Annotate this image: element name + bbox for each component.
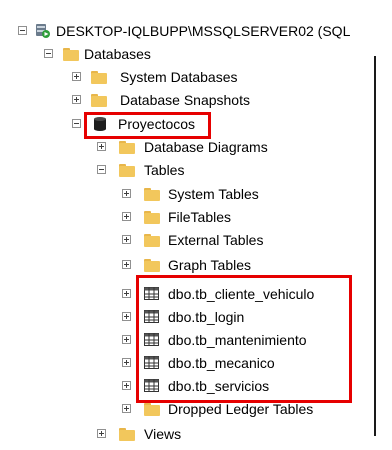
- table-label: dbo.tb_login: [168, 309, 245, 325]
- expand-toggle[interactable]: [72, 95, 81, 104]
- expand-toggle[interactable]: [97, 429, 106, 438]
- expand-toggle[interactable]: [97, 142, 106, 151]
- table-label: dbo.tb_servicios: [168, 378, 270, 394]
- expand-toggle[interactable]: [122, 235, 131, 244]
- folder-icon: [90, 69, 108, 85]
- table-icon: [143, 355, 161, 371]
- table-icon: [143, 332, 161, 348]
- table-label: dbo.tb_mantenimiento: [168, 332, 307, 348]
- external-tables-label: External Tables: [168, 232, 264, 248]
- folder-icon: [143, 257, 161, 273]
- table-icon: [143, 286, 161, 302]
- expand-toggle[interactable]: [122, 404, 131, 413]
- dropped-ledger-tables-label: Dropped Ledger Tables: [168, 401, 314, 417]
- folder-icon: [90, 92, 108, 108]
- expand-toggle[interactable]: [122, 312, 131, 321]
- database-snapshots-label: Database Snapshots: [120, 92, 250, 108]
- table-icon: [143, 378, 161, 394]
- table-label: dbo.tb_cliente_vehiculo: [168, 286, 315, 302]
- collapse-toggle[interactable]: [97, 165, 106, 174]
- folder-icon: [143, 186, 161, 202]
- server-icon: [34, 23, 52, 39]
- folder-icon: [118, 139, 136, 155]
- expand-toggle[interactable]: [122, 212, 131, 221]
- collapse-toggle[interactable]: [72, 119, 81, 128]
- vertical-scrollbar[interactable]: [374, 56, 376, 436]
- filetables-label: FileTables: [168, 209, 232, 225]
- proyectocos-label: Proyectocos: [118, 116, 196, 132]
- expand-toggle[interactable]: [122, 189, 131, 198]
- database-diagrams-label: Database Diagrams: [144, 139, 268, 155]
- table-icon: [143, 309, 161, 325]
- graph-tables-label: Graph Tables: [168, 257, 252, 273]
- folder-icon: [118, 162, 136, 178]
- views-label: Views: [144, 426, 182, 442]
- folder-icon: [143, 209, 161, 225]
- expand-toggle[interactable]: [122, 289, 131, 298]
- folder-icon: [62, 46, 80, 62]
- collapse-toggle[interactable]: [44, 49, 53, 58]
- system-tables-label: System Tables: [168, 186, 259, 202]
- collapse-toggle[interactable]: [18, 26, 27, 35]
- expand-toggle[interactable]: [122, 260, 131, 269]
- folder-icon: [143, 401, 161, 417]
- expand-toggle[interactable]: [122, 358, 131, 367]
- database-icon: [92, 116, 110, 132]
- server-label: DESKTOP-IQLBUPP\MSSQLSERVER02 (SQL: [56, 23, 351, 39]
- expand-toggle[interactable]: [72, 72, 81, 81]
- tables-label: Tables: [144, 162, 185, 178]
- folder-icon: [143, 232, 161, 248]
- databases-label: Databases: [84, 46, 151, 62]
- table-label: dbo.tb_mecanico: [168, 355, 275, 371]
- expand-toggle[interactable]: [122, 335, 131, 344]
- expand-toggle[interactable]: [122, 381, 131, 390]
- folder-icon: [118, 426, 136, 442]
- system-databases-label: System Databases: [120, 69, 238, 85]
